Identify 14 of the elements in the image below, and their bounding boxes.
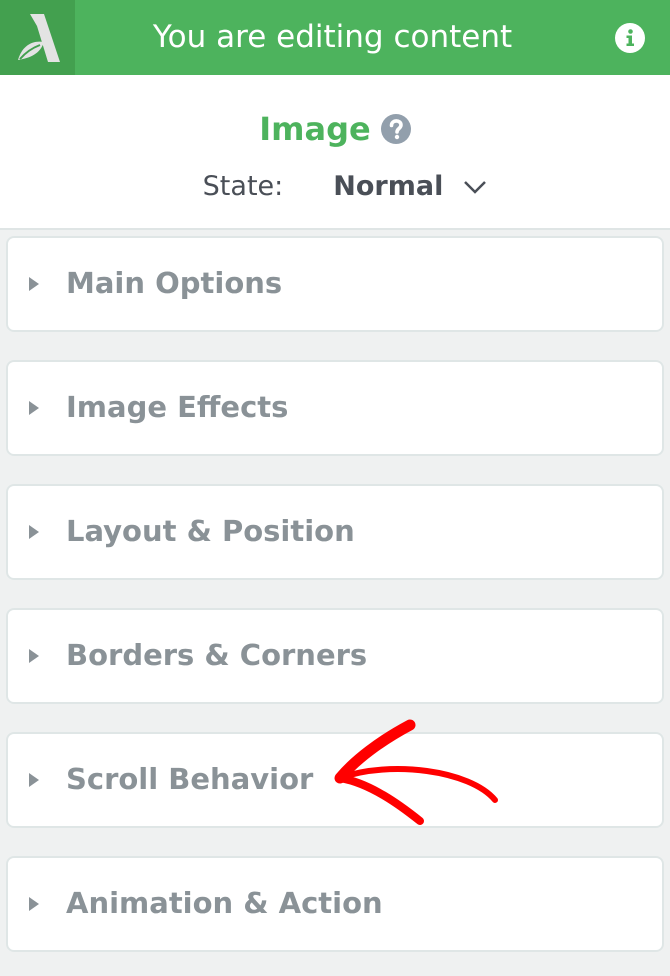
element-title: Image (259, 109, 371, 150)
help-icon[interactable] (380, 114, 411, 144)
state-label: State: (202, 170, 284, 204)
chevron-down-icon (463, 180, 488, 194)
section-header[interactable]: Animation & Action (6, 856, 664, 952)
section-header[interactable]: Image Effects (6, 360, 664, 456)
info-icon[interactable] (615, 22, 645, 52)
section-header[interactable]: Scroll Behavior (6, 732, 664, 828)
section-header[interactable]: Borders & Corners (6, 608, 664, 704)
header-title: You are editing content (152, 18, 512, 58)
section-header[interactable]: Layout & Position (6, 484, 664, 580)
logo-icon[interactable] (0, 0, 75, 75)
state-dropdown[interactable]: Normal (333, 167, 488, 208)
section-header[interactable]: Main Options (6, 236, 664, 332)
